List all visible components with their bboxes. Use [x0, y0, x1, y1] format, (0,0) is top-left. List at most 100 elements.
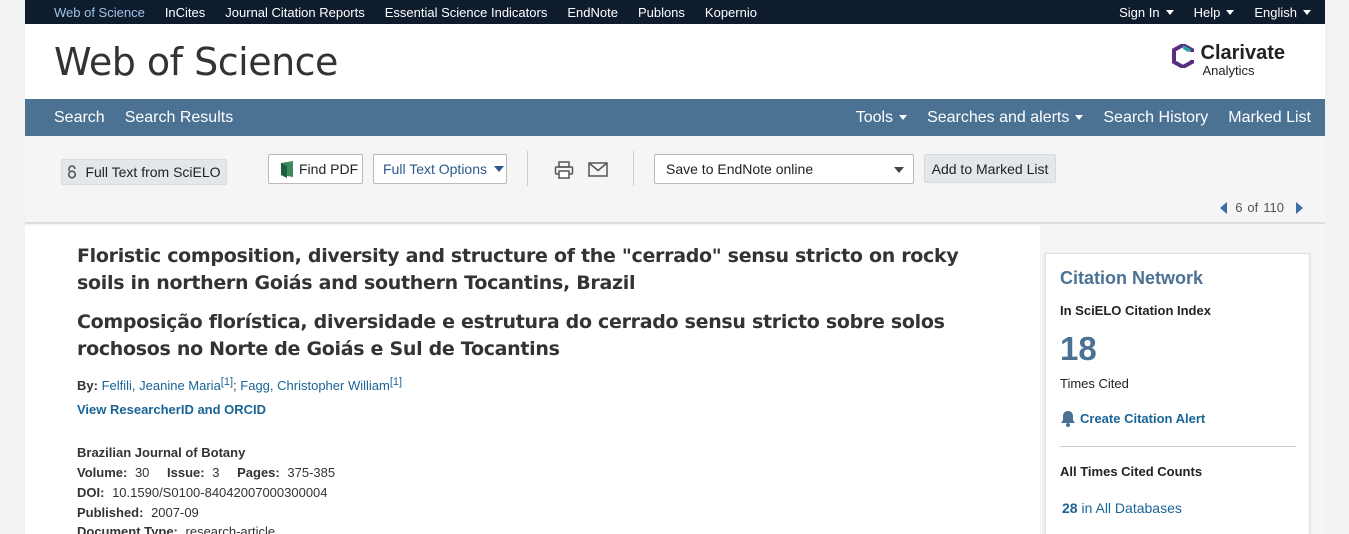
nav-marked-list[interactable]: Marked List — [1228, 109, 1311, 127]
find-pdf-label: Find PDF — [299, 161, 359, 177]
full-text-scielo-button[interactable]: Full Text from SciELO — [61, 159, 227, 185]
by-label: By: — [77, 378, 98, 393]
times-cited-label: Times Cited — [1060, 376, 1129, 391]
create-citation-alert-label: Create Citation Alert — [1080, 411, 1206, 426]
top-product-bar: Web of Science InCites Journal Citation … — [25, 0, 1325, 24]
pager-current: 6 — [1235, 200, 1243, 215]
product-link-jcr[interactable]: Journal Citation Reports — [225, 5, 364, 20]
sign-in-label: Sign In — [1119, 4, 1160, 20]
clarivate-logo[interactable]: Clarivate Analytics — [1171, 42, 1286, 78]
doi-label: DOI: — [77, 485, 105, 500]
previous-record-icon[interactable] — [1220, 201, 1228, 214]
account-menus: Sign In Help English — [1099, 0, 1311, 24]
times-cited-count[interactable]: 18 — [1060, 330, 1097, 368]
published-label: Published: — [77, 505, 144, 520]
pager-total: 110 — [1263, 200, 1284, 215]
volume-issue-pages: Volume: 30 Issue: 3 Pages: 375-385 — [77, 465, 335, 480]
record-title-pt: Composição florística, diversidade e est… — [77, 311, 945, 360]
next-record-icon[interactable] — [1296, 201, 1303, 214]
full-text-options-label: Full Text Options — [383, 161, 488, 177]
create-citation-alert-link[interactable]: Create Citation Alert — [1060, 410, 1205, 427]
issue-label: Issue: — [167, 465, 205, 480]
site-header: Web of Science Clarivate Analytics — [25, 24, 1325, 99]
author-link[interactable]: Fagg, Christopher William — [240, 378, 390, 393]
sidebar-divider — [1060, 446, 1296, 447]
citation-network-title: Citation Network — [1060, 268, 1204, 288]
clarivate-logo-icon — [1171, 44, 1195, 68]
nav-search[interactable]: Search — [54, 109, 105, 127]
product-link-esi[interactable]: Essential Science Indicators — [385, 5, 548, 20]
record-pager: 6 of 110 — [1220, 200, 1303, 215]
author-affiliation-ref[interactable]: [1] — [390, 376, 402, 388]
view-researcherid-link[interactable]: View ResearcherID and ORCID — [77, 402, 266, 417]
pager-of: of — [1247, 200, 1259, 215]
open-access-icon — [68, 165, 77, 179]
help-dropdown[interactable]: Help — [1194, 5, 1235, 20]
help-label: Help — [1193, 4, 1221, 20]
doctype-label: Document Type: — [77, 524, 178, 534]
chevron-down-icon — [1075, 115, 1084, 120]
toolbar-divider — [527, 151, 528, 186]
author-link[interactable]: Felfili, Jeanine Maria — [102, 378, 221, 393]
main-nav: Search Search Results Tools Searches and… — [25, 99, 1325, 136]
find-pdf-button[interactable]: Find PDF — [268, 154, 363, 184]
print-icon[interactable] — [554, 161, 574, 179]
nav-tools-label: Tools — [855, 108, 894, 126]
nav-search-history[interactable]: Search History — [1103, 109, 1208, 127]
email-icon[interactable] — [588, 162, 608, 177]
bell-icon — [1061, 411, 1075, 427]
doi-row: DOI: 10.1590/S0100-84042007000300004 — [77, 485, 328, 500]
published-row: Published: 2007-09 — [77, 505, 199, 520]
chevron-down-icon — [1303, 9, 1311, 15]
all-databases-label: in All Databases — [1081, 500, 1182, 516]
citation-network-panel: Citation Network In SciELO Citation Inde… — [1045, 253, 1310, 534]
product-links: Web of Science InCites Journal Citation … — [25, 5, 777, 20]
chevron-down-icon — [899, 115, 908, 120]
add-to-marked-list-button[interactable]: Add to Marked List — [924, 154, 1056, 183]
citation-index-label: In SciELO Citation Index — [1060, 303, 1211, 318]
doi-value: 10.1590/S0100-84042007000300004 — [112, 485, 328, 500]
doctype-row: Document Type: research-article — [77, 524, 275, 534]
doctype-value: research-article — [185, 524, 276, 534]
all-databases-count: 28 — [1062, 500, 1078, 516]
nav-searches-alerts-label: Searches and alerts — [927, 108, 1070, 126]
author-affiliation-ref[interactable]: [1] — [221, 376, 233, 388]
nav-searches-alerts-dropdown[interactable]: Searches and alerts — [927, 108, 1084, 127]
language-dropdown[interactable]: English — [1254, 5, 1311, 20]
record-content: Floristic composition, diversity and str… — [25, 226, 1040, 534]
record-title-en: Floristic composition, diversity and str… — [77, 245, 959, 294]
author-separator: ; — [233, 378, 237, 393]
record-toolbar: Full Text from SciELO Find PDF Full Text… — [25, 136, 1325, 224]
journal-name: Brazilian Journal of Botany — [77, 445, 245, 460]
sign-in-dropdown[interactable]: Sign In — [1119, 4, 1174, 20]
save-to-select-value: Save to EndNote online — [666, 161, 814, 177]
product-link-publons[interactable]: Publons — [638, 5, 685, 20]
volume-value: 30 — [134, 465, 150, 480]
chevron-down-icon — [494, 166, 505, 172]
toolbar-divider — [633, 151, 634, 186]
nav-search-results[interactable]: Search Results — [125, 109, 234, 127]
site-title[interactable]: Web of Science — [54, 40, 338, 84]
product-link-endnote[interactable]: EndNote — [567, 5, 618, 20]
chevron-down-icon — [894, 167, 904, 173]
chevron-down-icon — [1165, 9, 1174, 15]
journal-title: Brazilian Journal of Botany — [77, 445, 246, 460]
clarivate-name: Clarivate — [1200, 42, 1286, 64]
pages-value: 375-385 — [287, 465, 336, 480]
product-link-web-of-science[interactable]: Web of Science — [54, 5, 145, 20]
kopernio-icon — [281, 161, 293, 178]
volume-label: Volume: — [77, 465, 128, 480]
language-label: English — [1254, 4, 1297, 20]
product-link-kopernio[interactable]: Kopernio — [705, 5, 757, 20]
full-text-options-dropdown[interactable]: Full Text Options — [373, 154, 507, 184]
published-value: 2007-09 — [151, 505, 199, 520]
page-frame: Web of Science InCites Journal Citation … — [25, 0, 1325, 534]
all-times-cited-label: All Times Cited Counts — [1060, 464, 1203, 479]
save-to-select[interactable]: Save to EndNote online — [654, 154, 914, 184]
record-authors: By: Felfili, Jeanine Maria[1]; Fagg, Chr… — [77, 376, 402, 393]
pages-label: Pages: — [237, 465, 280, 480]
all-databases-link[interactable]: 28 in All Databases — [1062, 500, 1182, 516]
product-link-incites[interactable]: InCites — [165, 5, 205, 20]
nav-tools-dropdown[interactable]: Tools — [855, 108, 908, 127]
full-text-scielo-label: Full Text from SciELO — [85, 164, 221, 180]
